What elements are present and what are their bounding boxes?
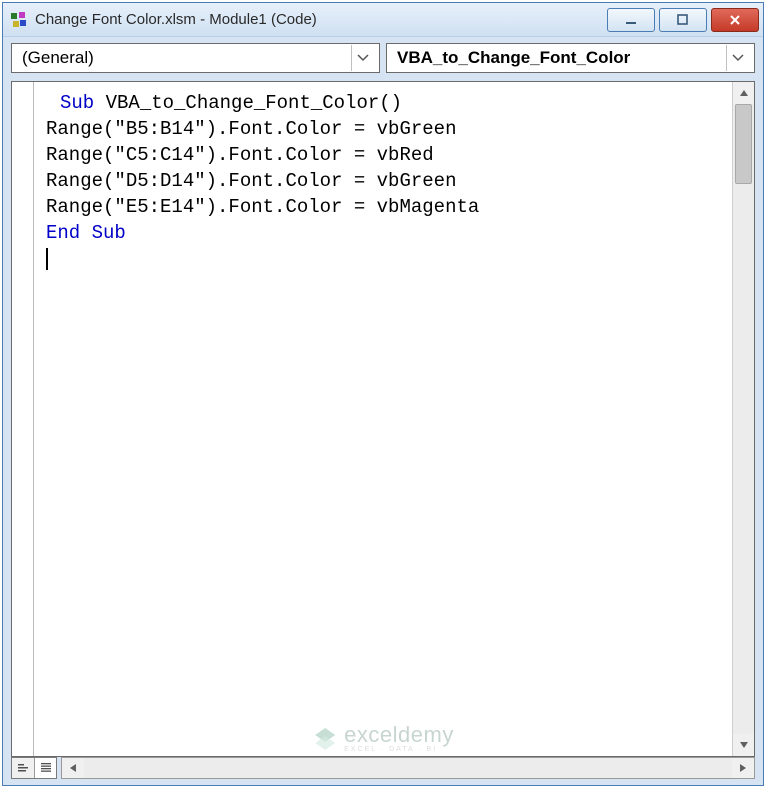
keyword-sub: Sub [60, 92, 94, 114]
procedure-dropdown[interactable]: VBA_to_Change_Font_Color [386, 43, 755, 73]
editor-frame: Sub VBA_to_Change_Font_Color() Range("B5… [11, 81, 755, 757]
scroll-up-icon[interactable] [733, 82, 754, 104]
code-line: Range("C5:C14").Font.Color = vbRed [46, 144, 434, 166]
dropdown-bar: (General) VBA_to_Change_Font_Color [3, 37, 763, 81]
vba-code-window: Change Font Color.xlsm - Module1 (Code) … [2, 2, 764, 786]
scroll-left-icon[interactable] [62, 758, 84, 778]
scroll-right-icon[interactable] [732, 758, 754, 778]
scrollbar-track[interactable] [733, 104, 754, 734]
text-cursor [46, 248, 48, 270]
horizontal-scrollbar[interactable] [61, 757, 755, 779]
code-line: Range("E5:E14").Font.Color = vbMagenta [46, 196, 479, 218]
titlebar[interactable]: Change Font Color.xlsm - Module1 (Code) [3, 3, 763, 37]
procedure-view-button[interactable] [12, 758, 34, 778]
app-icon [9, 10, 29, 30]
close-button[interactable] [711, 8, 759, 32]
code-scroll: Sub VBA_to_Change_Font_Color() Range("B5… [34, 82, 754, 756]
object-dropdown-value: (General) [22, 48, 94, 68]
chevron-down-icon [351, 45, 373, 71]
scroll-down-icon[interactable] [733, 734, 754, 756]
hscroll-track[interactable] [84, 758, 732, 778]
view-mode-buttons [11, 757, 57, 779]
window-title: Change Font Color.xlsm - Module1 (Code) [35, 11, 607, 28]
code-editor[interactable]: Sub VBA_to_Change_Font_Color() Range("B5… [34, 82, 732, 756]
code-line: Range("B5:B14").Font.Color = vbGreen [46, 118, 456, 140]
procedure-dropdown-value: VBA_to_Change_Font_Color [397, 48, 630, 68]
margin-indicator-bar[interactable] [12, 82, 34, 756]
vertical-scrollbar[interactable] [732, 82, 754, 756]
sub-name: VBA_to_Change_Font_Color() [94, 92, 402, 114]
bottom-row [3, 757, 763, 785]
code-line: Range("D5:D14").Font.Color = vbGreen [46, 170, 456, 192]
chevron-down-icon [726, 45, 748, 71]
keyword-end-sub: End Sub [46, 222, 126, 244]
minimize-button[interactable] [607, 8, 655, 32]
maximize-button[interactable] [659, 8, 707, 32]
full-module-view-button[interactable] [34, 758, 56, 778]
scrollbar-thumb[interactable] [735, 104, 752, 184]
object-dropdown[interactable]: (General) [11, 43, 380, 73]
editor-wrap: Sub VBA_to_Change_Font_Color() Range("B5… [3, 81, 763, 757]
title-button-group [607, 8, 763, 32]
